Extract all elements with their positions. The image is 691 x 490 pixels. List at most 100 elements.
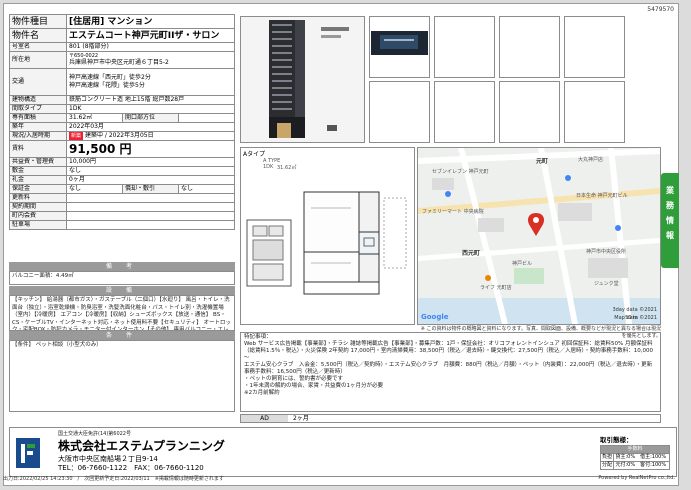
- deal-row1-value: 貸主:0% 借主:100%: [613, 453, 670, 462]
- powered-by: Powered by RealNetPro co.,ltd.: [598, 475, 675, 481]
- company-name: 株式会社エステムプランニング: [58, 439, 225, 453]
- property-sheet: 5479570 物件種目 [住居用] マンション 物件名 エステムコート神戸元町II…: [3, 3, 679, 486]
- company-logo-icon: [16, 438, 40, 468]
- notes-line-4: ・1年未満の解約の場合、家賃・共益費の1ヶ月分が必要: [244, 383, 384, 389]
- map-date-note: 3day data ©2021: [612, 307, 657, 313]
- bottom-bar: 出力日:2022/02/25 14:23:30 / 次回更新予定日:2022/0…: [3, 475, 679, 482]
- room-value: 801 (8階部分): [66, 42, 235, 52]
- floorplan-label: Aタイプ: [243, 151, 266, 158]
- deal-title: 取引態様：: [600, 436, 633, 444]
- built-value: 2022年03月: [66, 122, 235, 132]
- deal-terms: 取引態様： 手数料 負担 貸主:0% 借主:100% 分配 元付:0% 客付:100…: [599, 434, 670, 470]
- notes-heading: 特記事項：: [244, 334, 272, 340]
- facilities-header: 設 備: [9, 286, 235, 295]
- facilities-box: 【キッチン】 給湯器（都市ガス）・ガステーブル（二個口）【水廻り】 風呂・トイレ…: [9, 295, 235, 331]
- built-label: 築年: [9, 122, 67, 132]
- thumbnail-5[interactable]: [369, 81, 430, 143]
- map-station-motomachi: 元町: [536, 158, 549, 165]
- company-footer: 国土交通大臣免許(14)第6022号 株式会社エステムプランニング 大阪市中央区…: [9, 427, 677, 477]
- traffic-cell: 神戸高速線「西元町」徒歩2分 神戸高速線「花隈」徒歩5分: [66, 68, 235, 96]
- new-badge: 新築: [69, 132, 84, 140]
- thumbnail-6[interactable]: [434, 81, 495, 143]
- deposit-label: 敷金: [9, 166, 67, 176]
- company-phone: TEL：06-7660-1122 FAX：06-7660-1120: [58, 464, 204, 472]
- notes-line-2: エステム安心クラブ 入会金：5,500円（税込／契約時）・エステム安心クラブ 月…: [244, 362, 653, 375]
- status-label: 現況/入居時期: [9, 131, 67, 141]
- deal-row2-label: 分配: [599, 461, 615, 470]
- map-station-nishimotomachi: 西元町: [462, 250, 481, 257]
- area-label: 専有面積: [9, 113, 67, 123]
- property-number: 5479570: [647, 6, 674, 13]
- map-place-2: セブンイレブン 神戸元町: [432, 169, 489, 175]
- renewal-label: 更新料: [9, 193, 67, 203]
- amort-value: なし: [178, 184, 235, 194]
- type-label: 物件種目: [9, 14, 67, 29]
- conditions-box: 【条件】 ペット相談（小型犬のみ）: [9, 340, 235, 412]
- location-cell: 〒650-0022 兵庫県神戸市中央区元町通６丁目5-2: [66, 51, 235, 69]
- entrance-photo: [370, 17, 429, 77]
- notes-line-5: ※2カ月前解約: [244, 390, 280, 396]
- contract-value: [66, 202, 235, 212]
- thumbnail-2[interactable]: [434, 16, 495, 78]
- rent-value: 91,500 円: [66, 140, 235, 158]
- ad-label: AD: [241, 415, 288, 422]
- floorplan-unit: 1DK: [263, 164, 274, 170]
- spec-table: 物件種目 [住居用] マンション 物件名 エステムコート神戸元町IIザ・サロン 号室…: [9, 14, 235, 230]
- notes-line-3: ・ペットの飼育には、誓約書が必要です: [244, 376, 344, 382]
- map-copyright: Map data ©2021: [614, 315, 657, 321]
- key-money-value: 0ヶ月: [66, 175, 235, 185]
- area-value: 31.62㎡: [66, 113, 123, 123]
- thumbnail-4[interactable]: [564, 16, 625, 78]
- amort-label: 償却・敷引: [122, 184, 179, 194]
- notes-line-1: Web サービス広告掲載【事業部】・チラシ 雑誌等掲載広告【事業部】・募集戸数：…: [244, 341, 653, 361]
- key-money-label: 礼金: [9, 175, 67, 185]
- rent-label: 賃料: [9, 140, 67, 158]
- status-value: 建築中 / 2022年3月05日: [85, 132, 154, 140]
- floorplan-box[interactable]: Aタイプ A TYPE 1DK 31.62㎡: [240, 147, 415, 325]
- renewal-value: [66, 193, 235, 203]
- neighborhood-value: [66, 211, 235, 221]
- thumbnail-1[interactable]: [369, 16, 430, 78]
- ad-value: 2ヶ月: [293, 415, 309, 422]
- map-box[interactable]: 元町 西元町 日本生命 神戸元町ビル セブンイレブン 神戸元町 ファミリーマート…: [417, 147, 661, 325]
- main-photo[interactable]: [240, 16, 365, 143]
- direction-value: [178, 113, 235, 123]
- conditions-header: 条 件: [9, 331, 235, 340]
- output-date: 出力日:2022/02/25 14:23:30 / 次回更新予定日:2022/0…: [3, 476, 224, 482]
- location-value: 兵庫県神戸市中央区元町通６丁目5-2: [69, 59, 169, 66]
- fee-value: 10,000円: [66, 157, 235, 167]
- map-place-7: ジュンク堂: [594, 281, 619, 287]
- thumbnail-3[interactable]: [499, 16, 560, 78]
- building-photo: [241, 17, 364, 142]
- business-info-tab[interactable]: 業 務 情 報: [661, 173, 679, 268]
- map-place-3: ファミリーマート 中央病院: [422, 209, 484, 215]
- structure-label: 建物構造: [9, 95, 67, 105]
- side-tab-char-3: 情: [666, 216, 674, 225]
- parking-value: [66, 220, 235, 230]
- deal-header: 手数料: [600, 445, 670, 454]
- traffic-line-2: 神戸高速線「花隈」徒歩5分: [69, 82, 145, 89]
- keyplan-drawing: [246, 219, 292, 287]
- side-tab-char-1: 業: [666, 186, 674, 195]
- ad-row: AD 2ヶ月: [240, 414, 661, 423]
- direction-label: 開口部方位: [122, 113, 179, 123]
- side-tab-char-4: 報: [666, 231, 674, 240]
- layout-value: 1DK: [66, 104, 235, 114]
- contract-label: 契約期間: [9, 202, 67, 212]
- thumbnail-7[interactable]: [499, 81, 560, 143]
- guarantee-value: なし: [66, 184, 123, 194]
- map-place-6: ライフ 元町店: [480, 285, 512, 291]
- name-label: 物件名: [9, 28, 67, 43]
- location-label: 所在地: [9, 51, 67, 69]
- name-value: エステムコート神戸元町IIザ・サロン: [66, 28, 235, 43]
- layout-label: 間取タイプ: [9, 104, 67, 114]
- thumbnail-8[interactable]: [564, 81, 625, 143]
- guarantee-label: 保証金: [9, 184, 67, 194]
- deal-row1-label: 負担: [599, 453, 615, 462]
- traffic-line-1: 神戸高速線「西元町」徒歩2分: [69, 74, 151, 81]
- license-number: 国土交通大臣免許(14)第6022号: [58, 431, 131, 437]
- floorplan-drawing: [303, 191, 407, 295]
- map-place-1: 日本生命 神戸元町ビル: [576, 193, 628, 199]
- map-place-8: 神戸ビル: [512, 261, 533, 267]
- special-notes: 特記事項： Web サービス広告掲載【事業部】・チラシ 雑誌等掲載広告【事業部】…: [240, 332, 661, 412]
